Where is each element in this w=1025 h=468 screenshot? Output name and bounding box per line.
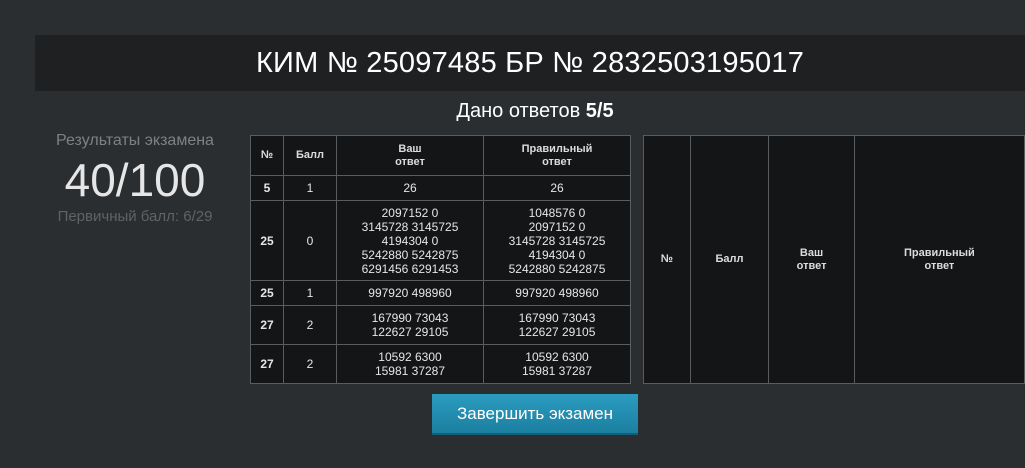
- results-label: Результаты экзамена: [56, 132, 214, 149]
- table-row: 27 2 167990 73043 122627 29105 167990 73…: [250, 305, 631, 345]
- correct-answer: 997920 498960: [483, 280, 631, 306]
- finish-exam-button[interactable]: Завершить экзамен: [432, 394, 638, 435]
- your-answer: 2097152 0 3145728 3145725 4194304 0 5242…: [336, 200, 484, 281]
- your-answer: 26: [336, 175, 484, 201]
- correct-answer: 167990 73043 122627 29105: [483, 305, 631, 345]
- task-number: 5: [250, 175, 284, 201]
- table-row: 25 0 2097152 0 3145728 3145725 4194304 0…: [250, 200, 631, 281]
- task-number: 27: [250, 305, 284, 345]
- header-correct-answer: Правильный ответ: [853, 135, 1025, 384]
- task-number: 27: [250, 344, 284, 384]
- page-title: КИМ № 25097485 БР № 2832503195017: [255, 46, 805, 79]
- second-answers-table: № Балл Ваш ответ Правильный ответ: [643, 135, 1025, 384]
- exam-results: Результаты экзамена 40/100 Первичный бал…: [35, 130, 235, 225]
- task-number: 25: [250, 200, 284, 281]
- header-score: Балл: [689, 135, 770, 384]
- answers-count-label: Дано ответов: [456, 100, 581, 122]
- your-answer: 997920 498960: [336, 280, 484, 306]
- header-num: №: [250, 135, 284, 176]
- header-score: Балл: [283, 135, 337, 176]
- answers-table: № Балл Ваш ответ Правильный ответ 5 1 26…: [250, 135, 631, 384]
- task-score: 2: [283, 305, 337, 345]
- task-score: 0: [283, 200, 337, 281]
- table-row: 25 1 997920 498960 997920 498960: [250, 280, 631, 306]
- correct-answer: 1048576 0 2097152 0 3145728 3145725 4194…: [483, 200, 631, 281]
- answers-table-header: № Балл Ваш ответ Правильный ответ: [250, 135, 631, 176]
- header-your-answer: Ваш ответ: [336, 135, 484, 176]
- results-score: 40/100: [64, 154, 206, 206]
- answers-count-value: 5/5: [585, 100, 614, 122]
- table-row: 27 2 10592 6300 15981 37287 10592 6300 1…: [250, 344, 631, 384]
- task-score: 1: [283, 175, 337, 201]
- correct-answer: 26: [483, 175, 631, 201]
- task-score: 2: [283, 344, 337, 384]
- correct-answer: 10592 6300 15981 37287: [483, 344, 631, 384]
- table-row: 5 1 26 26: [250, 175, 631, 201]
- second-table-header: № Балл Ваш ответ Правильный ответ: [643, 135, 1025, 384]
- your-answer: 167990 73043 122627 29105: [336, 305, 484, 345]
- task-score: 1: [283, 280, 337, 306]
- your-answer: 10592 6300 15981 37287: [336, 344, 484, 384]
- header-num: №: [643, 135, 691, 384]
- answers-count: Дано ответов 5/5: [250, 100, 820, 123]
- primary-score: Первичный балл: 6/29: [57, 208, 213, 225]
- header-your-answer: Ваш ответ: [768, 135, 855, 384]
- header-correct-answer: Правильный ответ: [483, 135, 631, 176]
- task-number: 25: [250, 280, 284, 306]
- header-bar: КИМ № 25097485 БР № 2832503195017: [35, 35, 1025, 91]
